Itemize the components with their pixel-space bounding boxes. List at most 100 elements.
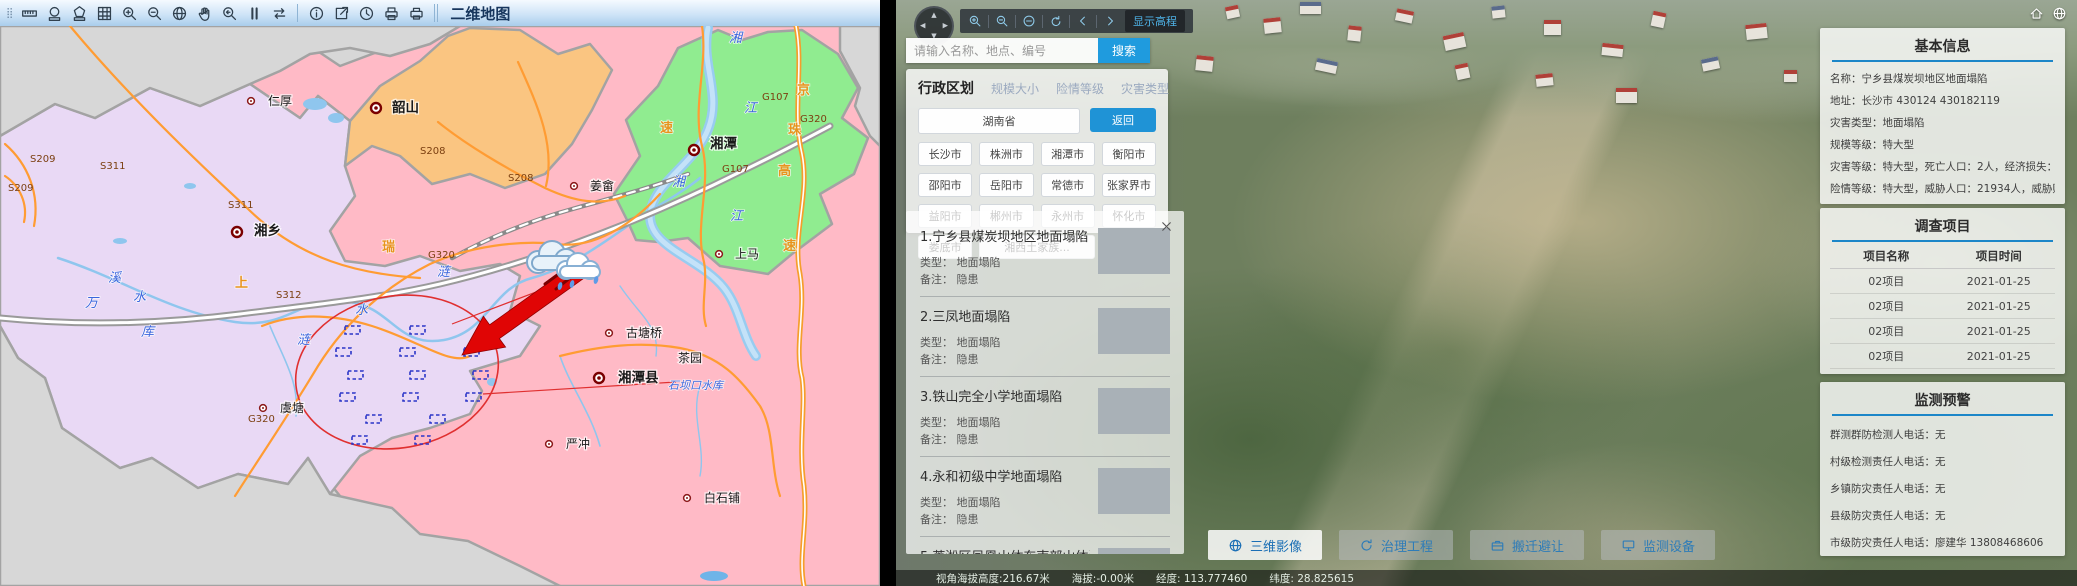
survey-row[interactable]: 02项目2021-01-25 — [1830, 344, 2055, 369]
pan-up-icon[interactable]: ▲ — [931, 12, 936, 19]
disaster-title: 4.永和初级中学地面塌陷 — [920, 466, 1090, 485]
bottom-button-三维影像[interactable]: 三维影像 — [1208, 530, 1322, 560]
bottom-button-监测设备[interactable]: 监测设备 — [1601, 530, 1715, 560]
house — [1616, 88, 1637, 103]
province-button[interactable]: 湖南省 — [918, 108, 1080, 134]
viewer-button-chevron-right[interactable] — [1103, 14, 1117, 28]
toolbar-button-clock[interactable] — [355, 2, 377, 24]
search-button[interactable]: 搜索 — [1098, 38, 1150, 63]
close-icon[interactable] — [1159, 219, 1174, 238]
toolbar-button-swap[interactable] — [268, 2, 290, 24]
reservoir-label: 石坝口水库 — [668, 379, 725, 392]
city-button[interactable]: 湘潭市 — [1041, 142, 1095, 166]
viewer-button-chevron-left[interactable] — [1076, 14, 1090, 28]
button-label: 治理工程 — [1381, 536, 1433, 555]
town-label: 茶园 — [678, 350, 702, 365]
show-elevation-button[interactable]: 显示高程 — [1125, 10, 1185, 32]
disaster-title: 3.铁山完全小学地面塌陷 — [920, 386, 1090, 405]
city-button[interactable]: 岳阳市 — [979, 173, 1033, 197]
toolbar-button-info[interactable] — [305, 2, 327, 24]
road-label: S209 — [8, 183, 33, 194]
back-button[interactable]: 返回 — [1090, 108, 1156, 132]
pan-left-icon[interactable]: ◀ — [920, 23, 925, 30]
search-input[interactable] — [906, 38, 1098, 63]
viewer-button-rotate[interactable] — [1049, 14, 1063, 28]
grid-icon — [96, 5, 113, 22]
river-label: 湘 — [672, 175, 687, 190]
bottom-button-治理工程[interactable]: 治理工程 — [1339, 530, 1453, 560]
house — [1195, 55, 1213, 72]
disaster-thumbnail[interactable] — [1098, 308, 1170, 354]
toolbar-separator — [988, 15, 989, 28]
disaster-thumbnail[interactable] — [1098, 468, 1170, 514]
toolbar-button-ruler[interactable] — [18, 2, 40, 24]
town-label: 严冲 — [566, 436, 590, 451]
disaster-thumbnail[interactable] — [1098, 388, 1170, 434]
status-bar: 视角海拔高度:216.67米海拔:-0.00米经度: 113.777460纬度:… — [896, 570, 2077, 586]
survey-row[interactable]: 02项目2021-01-25 — [1830, 294, 2055, 319]
disaster-list-item[interactable]: 5.芦淞区凤凰山体东南部山体滑坡类型： 山体滑坡备注： 隐患 — [920, 537, 1170, 554]
globe-icon[interactable] — [2052, 6, 2067, 21]
viewer-button-minus-circle[interactable] — [1022, 14, 1036, 28]
toolbar-button-print-preview[interactable] — [380, 2, 402, 24]
project-time: 2021-01-25 — [1943, 275, 2056, 288]
survey-row[interactable]: 02项目2021-01-25 — [1830, 369, 2055, 374]
house — [1745, 23, 1767, 40]
toolbar-button-pause[interactable] — [243, 2, 265, 24]
toolbar-button-zoom-prev[interactable] — [218, 2, 240, 24]
search-bar: 搜索 — [906, 38, 1150, 63]
tab-admin-division[interactable]: 行政区划 — [918, 78, 974, 98]
city-label: 湘潭县 — [618, 369, 659, 386]
river-label: 江 — [744, 101, 759, 116]
viewer-button-zoom-out[interactable] — [995, 14, 1009, 28]
app-root: ⣿ 二维地图 — [0, 0, 2077, 586]
city-button[interactable]: 衡阳市 — [1102, 142, 1156, 166]
toolbar-separator — [1042, 15, 1043, 28]
toolbar-button-print[interactable] — [405, 2, 427, 24]
toolbar-button-grid[interactable] — [93, 2, 115, 24]
road-label: G107 — [722, 164, 749, 175]
city-label: 湘潭 — [710, 135, 738, 152]
town-marker — [606, 330, 613, 337]
river-label: 水 — [355, 303, 369, 318]
city-button[interactable]: 张家界市 — [1102, 173, 1156, 197]
survey-row[interactable]: 02项目2021-01-25 — [1830, 319, 2055, 344]
city-button[interactable]: 株洲市 — [979, 142, 1033, 166]
tab-disaster-type[interactable]: 灾害类型 — [1121, 80, 1169, 97]
tab-scale-size[interactable]: 规模大小 — [991, 80, 1039, 97]
disaster-list-item[interactable]: 1.宁乡县煤炭坝地区地面塌陷类型： 地面塌陷备注： 隐患 — [920, 217, 1170, 297]
home-icon[interactable] — [2029, 6, 2044, 21]
disaster-list-item[interactable]: 2.三凤地面塌陷类型： 地面塌陷备注： 隐患 — [920, 297, 1170, 377]
disaster-list-item[interactable]: 4.永和初级中学地面塌陷类型： 地面塌陷备注： 隐患 — [920, 457, 1170, 537]
town-marker — [546, 441, 553, 448]
toolbar-drag-handle[interactable]: ⣿ — [6, 8, 12, 19]
toolbar-button-area-measure[interactable] — [43, 2, 65, 24]
city-button[interactable]: 常德市 — [1041, 173, 1095, 197]
river-label: 湘 — [729, 31, 744, 46]
survey-row[interactable]: 02项目2021-01-25 — [1830, 269, 2055, 294]
pane-divider — [880, 0, 896, 586]
zoom-out-icon — [146, 5, 163, 22]
status-item: 视角海拔高度:216.67米 — [936, 571, 1050, 586]
toolbar-button-zoom-in[interactable] — [118, 2, 140, 24]
monitor-line: 市级防灾责任人电话：廖建华 13808468606 — [1830, 530, 2055, 556]
viewer-button-zoom-in[interactable] — [968, 14, 982, 28]
project-name: 02项目 — [1830, 323, 1943, 339]
city-button[interactable]: 邵阳市 — [918, 173, 972, 197]
toolbar-button-globe[interactable] — [168, 2, 190, 24]
close-icon — [1159, 219, 1174, 234]
pan-right-icon[interactable]: ▶ — [943, 23, 948, 30]
map-canvas[interactable]: 韶山湘潭湘乡湘潭县仁厚上马姜畲古塘桥茶园严冲白石铺虞塘S209S209S311S… — [0, 26, 880, 586]
toolbar-button-pan-hand[interactable] — [193, 2, 215, 24]
toolbar-button-export[interactable] — [330, 2, 352, 24]
toolbar-button-zoom-out[interactable] — [143, 2, 165, 24]
city-marker — [689, 145, 699, 155]
tab-danger-level[interactable]: 险情等级 — [1056, 80, 1104, 97]
disaster-thumbnail[interactable] — [1098, 548, 1170, 554]
toolbar-button-polygon-measure[interactable] — [68, 2, 90, 24]
city-button[interactable]: 长沙市 — [918, 142, 972, 166]
disaster-list-item[interactable]: 3.铁山完全小学地面塌陷类型： 地面塌陷备注： 隐患 — [920, 377, 1170, 457]
viewer-3d-pane[interactable]: ▲ ▼ ◀ ▶ 显示高程 搜索 行政区划 规模大小 险情等级 灾害类型 湖南省 … — [896, 0, 2077, 586]
admin-division-panel: 行政区划 规模大小 险情等级 灾害类型 湖南省 返回 长沙市株洲市湘潭市衡阳市邵… — [906, 69, 1168, 233]
bottom-button-搬迁避让[interactable]: 搬迁避让 — [1470, 530, 1584, 560]
